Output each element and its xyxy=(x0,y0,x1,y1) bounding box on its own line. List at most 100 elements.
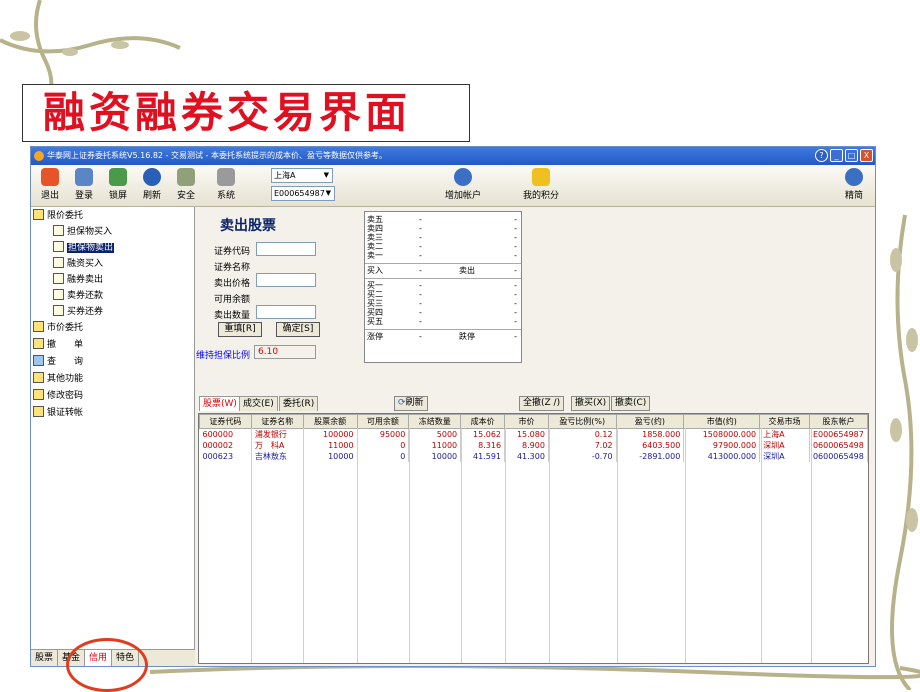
sidebar-item-margin-buy[interactable]: 融资买入 xyxy=(53,257,103,271)
table-cell: 浦发银行 xyxy=(251,428,304,440)
column-header[interactable]: 证券名称 xyxy=(250,414,304,429)
confirm-button[interactable]: 确定[S] xyxy=(276,322,320,337)
cancel-buy-button[interactable]: 撤买(X) xyxy=(571,396,611,411)
sidebar-item-password[interactable]: 修改密码 xyxy=(33,389,83,403)
cancel-sell-button[interactable]: 撤卖(C) xyxy=(611,396,651,411)
tab-orders[interactable]: 委托(R) xyxy=(279,396,319,411)
table-cell: 8.316 xyxy=(460,440,506,451)
column-header[interactable]: 盈亏比例(%) xyxy=(547,414,617,429)
quote-cell: 卖四 xyxy=(367,224,383,233)
grid-line xyxy=(617,428,618,663)
minimize-button[interactable]: _ xyxy=(830,149,843,162)
quote-divider xyxy=(365,329,521,330)
sidebar-item-other[interactable]: 其他功能 xyxy=(33,372,83,386)
sell-price-input[interactable] xyxy=(256,273,316,287)
sell-qty-input[interactable] xyxy=(256,305,316,319)
table-row[interactable]: 000002 万 科A 11000 0 11000 8.316 8.900 7.02 6403.… xyxy=(199,440,868,451)
table-cell: 深圳A xyxy=(759,440,810,451)
column-header[interactable]: 可用余额 xyxy=(356,414,410,429)
table-cell: 413000.000 xyxy=(683,451,761,462)
tab-stock[interactable]: 股票 xyxy=(31,650,59,666)
my-points-button[interactable]: 我的积分 xyxy=(519,168,563,201)
tab-holdings[interactable]: 股票(W) xyxy=(199,396,241,411)
column-header[interactable]: 冻结数量 xyxy=(408,414,462,429)
quote-cell: - xyxy=(419,332,422,341)
add-user-icon xyxy=(454,168,472,186)
app-icon xyxy=(34,151,44,161)
form-icon xyxy=(53,225,64,236)
security-code-input[interactable] xyxy=(256,242,316,256)
quote-cell: - xyxy=(419,317,422,326)
table-cell: 0600065498 xyxy=(809,440,868,451)
table-cell: 10000 xyxy=(408,451,462,462)
table-cell: -2891.000 xyxy=(616,451,685,462)
table-row[interactable]: 000623 吉林敖东 10000 0 10000 41.591 41.300 -0.70 -2… xyxy=(199,451,868,462)
add-account-button[interactable]: 增加帐户 xyxy=(441,168,485,201)
toolbar: 退出 登录 锁屏 刷新 安全 系统 上海A ▼ E000654987 ▼ 增加帐户 … xyxy=(31,165,875,207)
column-header[interactable]: 市价 xyxy=(504,414,549,429)
refresh-icon: ⟳ xyxy=(398,398,406,408)
simple-mode-button[interactable]: 精简 xyxy=(839,168,869,201)
maximize-button[interactable]: □ xyxy=(845,149,858,162)
quote-sell-row: 卖四 - - xyxy=(367,225,519,233)
sidebar-item-collateral-buy[interactable]: 担保物买入 xyxy=(53,225,112,239)
function-tree: 限价委托 担保物买入 担保物卖出 融资买入 融券卖出 卖券还款 买券还券 市价委… xyxy=(31,207,195,666)
security-button[interactable]: 安全 xyxy=(171,168,201,201)
system-button[interactable]: 系统 xyxy=(211,168,241,201)
refresh-button[interactable]: 刷新 xyxy=(137,168,167,201)
sidebar-item-short-sell[interactable]: 融券卖出 xyxy=(53,273,103,287)
column-header[interactable]: 证券代码 xyxy=(199,414,252,429)
quote-cell: - xyxy=(419,251,422,260)
quote-sell-row: 卖二 - - xyxy=(367,243,519,251)
sidebar-item-collateral-sell[interactable]: 担保物卖出 xyxy=(53,241,115,255)
price-label: 卖出价格 xyxy=(214,279,251,289)
name-label: 证券名称 xyxy=(214,263,251,273)
quote-cell: 卖五 xyxy=(367,215,383,224)
sidebar-item-market-order[interactable]: 市价委托 xyxy=(33,321,83,335)
quote-cell: 买四 xyxy=(367,308,383,317)
table-cell: 15.062 xyxy=(460,428,506,440)
market-select[interactable]: 上海A ▼ xyxy=(271,168,333,183)
simple-icon xyxy=(845,168,863,186)
table-cell: 6403.500 xyxy=(616,440,685,451)
close-button[interactable]: X xyxy=(860,149,873,162)
column-header[interactable]: 股票余额 xyxy=(302,414,358,429)
sidebar-item-cancel[interactable]: 撤 单 xyxy=(33,338,83,352)
quote-divider xyxy=(365,263,521,264)
column-header[interactable]: 成本价 xyxy=(460,414,506,429)
hand-icon xyxy=(33,338,44,349)
key-icon xyxy=(33,389,44,400)
quote-panel: 卖五 - - 卖四 - - 卖三 - - 卖二 - - 卖一 - - 买入 - 卖出 - 买一 - - 买二 - - 买三 - - 买四… xyxy=(364,211,522,363)
column-header[interactable]: 股东帐户 xyxy=(808,414,868,429)
slide-title: 融资融券交易界面 xyxy=(22,84,470,142)
lock-button[interactable]: 锁屏 xyxy=(103,168,133,201)
sidebar-item-buy-return[interactable]: 买券还券 xyxy=(53,305,103,319)
table-cell: 41.591 xyxy=(460,451,506,462)
table-row[interactable]: 600000 浦发银行 100000 95000 5000 15.062 15.080 0.1… xyxy=(199,428,868,440)
sidebar-item-limit-order[interactable]: 限价委托 xyxy=(33,209,83,223)
sidebar-item-bank-transfer[interactable]: 银证转帐 xyxy=(33,406,83,420)
quote-cell: - xyxy=(514,215,517,224)
quote-cell: - xyxy=(419,215,422,224)
cancel-all-button[interactable]: 全撤(Z /) xyxy=(519,396,565,411)
account-select[interactable]: E000654987 ▼ xyxy=(271,186,335,201)
refresh-data-button[interactable]: ⟳刷新 xyxy=(394,396,428,411)
column-header[interactable]: 交易市场 xyxy=(759,414,810,429)
grid-line xyxy=(409,428,410,663)
table-cell: 600000 xyxy=(199,428,252,440)
exit-button[interactable]: 退出 xyxy=(35,168,65,201)
reset-button[interactable]: 重填[R] xyxy=(218,322,262,337)
sidebar-item-sell-repay[interactable]: 卖券还款 xyxy=(53,289,103,303)
column-header[interactable]: 市值(约) xyxy=(683,414,761,429)
table-cell: 1858.000 xyxy=(616,428,685,440)
column-header[interactable]: 盈亏(约) xyxy=(615,414,685,429)
table-cell: 0 xyxy=(357,451,410,462)
table-cell: -0.70 xyxy=(548,451,617,462)
login-button[interactable]: 登录 xyxy=(69,168,99,201)
tab-deals[interactable]: 成交(E) xyxy=(239,396,278,411)
quote-cell: - xyxy=(514,224,517,233)
users-icon xyxy=(75,168,93,186)
sidebar-item-query[interactable]: 查 询 xyxy=(33,355,83,369)
quote-cell: 买五 xyxy=(367,317,383,326)
help-button[interactable]: ? xyxy=(815,149,828,162)
